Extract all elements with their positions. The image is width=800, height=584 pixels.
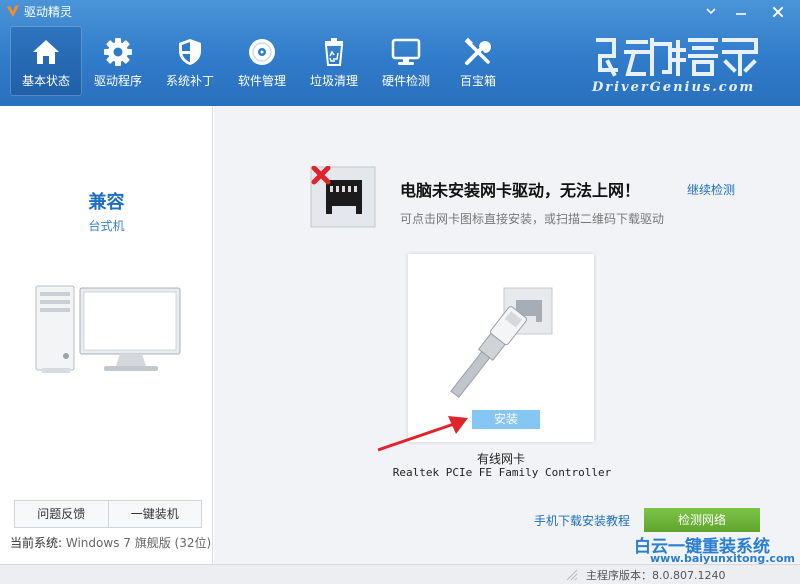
nav-label: 系统补丁 bbox=[165, 74, 214, 88]
version-number: 8.0.807.1240 bbox=[652, 569, 726, 582]
app-logo-icon bbox=[7, 5, 19, 17]
nav-system-patch[interactable]: 系统补丁 bbox=[154, 26, 226, 96]
home-icon bbox=[33, 40, 59, 64]
recycle-bin-icon bbox=[324, 38, 344, 66]
nav-label: 硬件检测 bbox=[381, 74, 430, 88]
recheck-link[interactable]: 继续检测 bbox=[687, 181, 735, 198]
nav-label: 基本状态 bbox=[21, 74, 70, 88]
nav-label: 驱动程序 bbox=[93, 74, 142, 88]
main-panel: 电脑未安装网卡驱动，无法上网！ 继续检测 可点击网卡图标直接安装，或扫描二维码下… bbox=[214, 106, 800, 565]
brand-logo bbox=[596, 38, 758, 77]
computer-type: 台式机 bbox=[88, 219, 125, 233]
resize-grip-icon[interactable] bbox=[566, 569, 578, 581]
current-system-label: 当前系统: bbox=[10, 536, 63, 550]
feedback-button[interactable]: 问题反馈 bbox=[15, 501, 108, 527]
computer-name: 兼容 bbox=[88, 192, 125, 213]
mobile-tutorial-link[interactable]: 手机下载安装教程 bbox=[534, 512, 630, 529]
version-label: 主程序版本： bbox=[586, 569, 652, 582]
nav-label: 垃圾清理 bbox=[309, 74, 358, 88]
shield-icon bbox=[179, 39, 201, 65]
status-bar: 主程序版本：8.0.807.1240 bbox=[0, 564, 800, 584]
nic-model: Realtek PCIe FE Family Controller bbox=[392, 466, 612, 479]
current-system-value: Windows 7 旗舰版 (32位) bbox=[65, 536, 212, 550]
close-button[interactable] bbox=[762, 1, 794, 21]
minimize-button[interactable] bbox=[728, 1, 754, 21]
main-nav: 基本状态 驱动程序 系统补丁 软件管理 垃圾清理 硬件检测 百宝箱 bbox=[10, 26, 514, 96]
menu-button[interactable] bbox=[698, 1, 724, 21]
minimize-icon bbox=[736, 13, 746, 15]
chevron-down-icon bbox=[706, 8, 716, 15]
desktop-computer-illustration bbox=[35, 285, 181, 373]
close-icon bbox=[772, 6, 784, 18]
left-panel: 兼容 台式机 问题反馈 一键装机 当前系统: Windows 7 旗舰版 (32… bbox=[0, 106, 213, 564]
one-click-install-button[interactable]: 一键装机 bbox=[107, 501, 202, 527]
gear-icon bbox=[104, 38, 132, 66]
version-info: 主程序版本：8.0.807.1240 bbox=[586, 567, 725, 583]
ethernet-cable-icon bbox=[450, 287, 553, 398]
nav-basic-status[interactable]: 基本状态 bbox=[10, 26, 82, 96]
nav-toolbox[interactable]: 百宝箱 bbox=[442, 26, 514, 96]
nav-label: 百宝箱 bbox=[459, 74, 496, 88]
network-error-icon bbox=[310, 166, 376, 228]
nav-drivers[interactable]: 驱动程序 bbox=[82, 26, 154, 96]
window-title: 驱动精灵 bbox=[24, 5, 73, 19]
monitor-icon bbox=[391, 38, 421, 65]
install-button[interactable]: 安装 bbox=[472, 410, 540, 429]
nav-cleanup[interactable]: 垃圾清理 bbox=[298, 26, 370, 96]
title-bar: 驱动精灵 bbox=[0, 0, 800, 22]
red-arrow-annotation bbox=[377, 416, 468, 452]
alert-title: 电脑未安装网卡驱动，无法上网！ bbox=[400, 181, 641, 200]
current-system: 当前系统: Windows 7 旗舰版 (32位) bbox=[10, 534, 211, 551]
tools-icon bbox=[464, 37, 491, 65]
left-action-buttons: 问题反馈 一键装机 bbox=[14, 500, 202, 528]
nav-hardware[interactable]: 硬件检测 bbox=[370, 26, 442, 96]
top-header: 驱动精灵 基本状态 驱动程序 系统补丁 软件管理 垃圾清理 硬件检测 百宝箱 D… bbox=[0, 0, 800, 106]
detect-network-button[interactable]: 检测网络 bbox=[644, 508, 760, 532]
brand-domain: DriverGenius.com bbox=[592, 80, 756, 95]
alert-subtitle: 可点击网卡图标直接安装，或扫描二维码下载驱动 bbox=[400, 212, 665, 226]
disc-icon bbox=[249, 39, 275, 65]
nic-type: 有线网卡 bbox=[476, 452, 525, 466]
nav-label: 软件管理 bbox=[237, 74, 286, 88]
nav-software[interactable]: 软件管理 bbox=[226, 26, 298, 96]
